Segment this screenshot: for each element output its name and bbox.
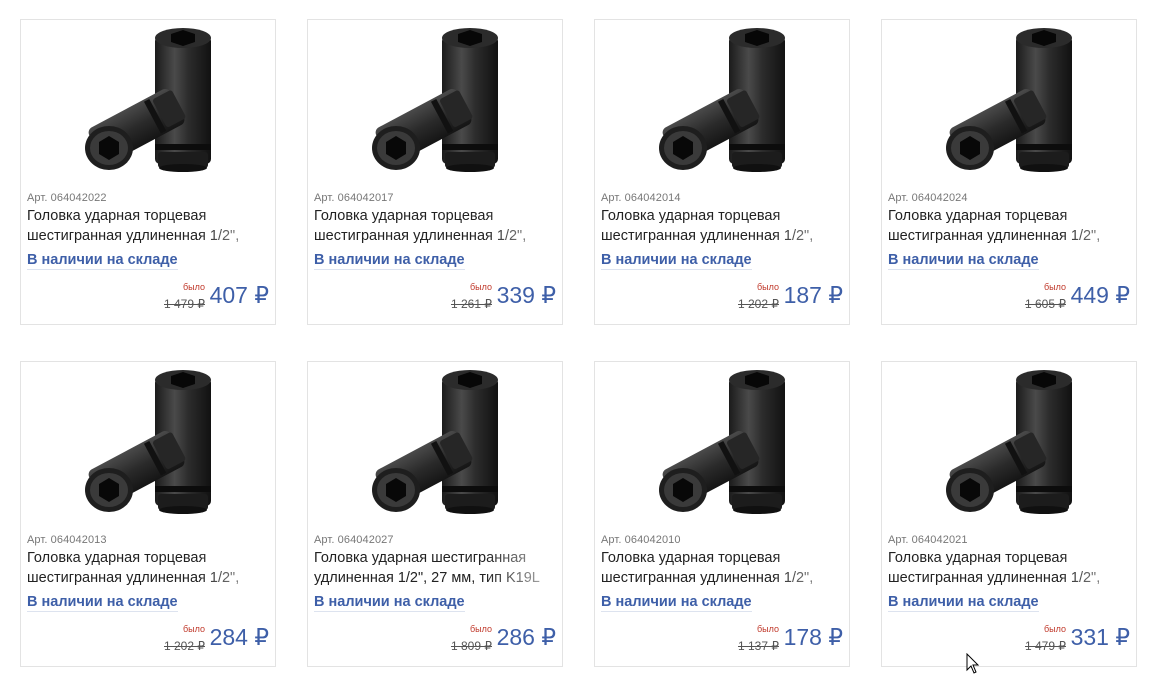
current-price: 187 ₽ <box>783 282 843 308</box>
current-price: 178 ₽ <box>783 624 843 650</box>
product-title[interactable]: Головка ударная шестигранная удлиненная … <box>314 548 558 588</box>
price-block: было 1 479 ₽ 331 ₽ <box>990 624 1130 656</box>
was-label: было <box>1044 624 1066 634</box>
product-title[interactable]: Головка ударная торцевая шестигранная уд… <box>888 548 1132 588</box>
product-title[interactable]: Головка ударная торцевая шестигранная уд… <box>314 206 558 246</box>
old-price: 1 202 ₽ <box>738 297 779 311</box>
product-title[interactable]: Головка ударная торцевая шестигранная уд… <box>27 548 271 588</box>
article-number: Арт. 064042013 <box>27 534 107 546</box>
product-title[interactable]: Головка ударная торцевая шестигранная уд… <box>601 548 845 588</box>
current-price: 449 ₽ <box>1070 282 1130 308</box>
was-label: было <box>183 624 205 634</box>
current-price: 286 ₽ <box>496 624 556 650</box>
current-price: 339 ₽ <box>496 282 556 308</box>
product-image[interactable] <box>358 26 528 194</box>
old-price: 1 479 ₽ <box>164 297 205 311</box>
product-card[interactable]: Арт. 064042014 Головка ударная торцевая … <box>594 19 850 325</box>
product-title[interactable]: Головка ударная торцевая шестигранная уд… <box>601 206 845 246</box>
product-card[interactable]: Арт. 064042024 Головка ударная торцевая … <box>881 19 1137 325</box>
current-price: 407 ₽ <box>209 282 269 308</box>
old-price: 1 261 ₽ <box>451 297 492 311</box>
was-label: было <box>757 282 779 292</box>
article-number: Арт. 064042014 <box>601 192 681 204</box>
was-label: было <box>470 282 492 292</box>
old-price: 1 605 ₽ <box>1025 297 1066 311</box>
stock-status-link[interactable]: В наличии на складе <box>314 594 465 612</box>
stock-status-link[interactable]: В наличии на складе <box>27 594 178 612</box>
product-title[interactable]: Головка ударная торцевая шестигранная уд… <box>27 206 271 246</box>
old-price: 1 809 ₽ <box>451 639 492 653</box>
stock-status-link[interactable]: В наличии на складе <box>888 594 1039 612</box>
product-image[interactable] <box>71 368 241 536</box>
current-price: 284 ₽ <box>209 624 269 650</box>
product-image[interactable] <box>932 26 1102 194</box>
price-block: было 1 202 ₽ 284 ₽ <box>129 624 269 656</box>
product-title[interactable]: Головка ударная торцевая шестигранная уд… <box>888 206 1132 246</box>
was-label: было <box>470 624 492 634</box>
was-label: было <box>183 282 205 292</box>
price-block: было 1 479 ₽ 407 ₽ <box>129 282 269 314</box>
price-block: было 1 809 ₽ 286 ₽ <box>416 624 556 656</box>
product-image[interactable] <box>645 26 815 194</box>
product-image[interactable] <box>645 368 815 536</box>
product-image[interactable] <box>358 368 528 536</box>
product-card[interactable]: Арт. 064042013 Головка ударная торцевая … <box>20 361 276 667</box>
was-label: было <box>757 624 779 634</box>
product-card[interactable]: Арт. 064042021 Головка ударная торцевая … <box>881 361 1137 667</box>
article-number: Арт. 064042022 <box>27 192 107 204</box>
article-number: Арт. 064042027 <box>314 534 394 546</box>
current-price: 331 ₽ <box>1070 624 1130 650</box>
product-image[interactable] <box>932 368 1102 536</box>
product-card[interactable]: Арт. 064042027 Головка ударная шестигран… <box>307 361 563 667</box>
stock-status-link[interactable]: В наличии на складе <box>314 252 465 270</box>
stock-status-link[interactable]: В наличии на складе <box>601 594 752 612</box>
article-number: Арт. 064042021 <box>888 534 968 546</box>
article-number: Арт. 064042017 <box>314 192 394 204</box>
stock-status-link[interactable]: В наличии на складе <box>27 252 178 270</box>
was-label: было <box>1044 282 1066 292</box>
product-image[interactable] <box>71 26 241 194</box>
mouse-cursor-icon <box>966 653 980 674</box>
article-number: Арт. 064042010 <box>601 534 681 546</box>
product-card[interactable]: Арт. 064042017 Головка ударная торцевая … <box>307 19 563 325</box>
old-price: 1 137 ₽ <box>738 639 779 653</box>
product-card[interactable]: Арт. 064042022 Головка ударная торцевая … <box>20 19 276 325</box>
old-price: 1 479 ₽ <box>1025 639 1066 653</box>
product-grid: Арт. 064042022 Головка ударная торцевая … <box>20 19 1140 669</box>
old-price: 1 202 ₽ <box>164 639 205 653</box>
stock-status-link[interactable]: В наличии на складе <box>601 252 752 270</box>
price-block: было 1 605 ₽ 449 ₽ <box>990 282 1130 314</box>
article-number: Арт. 064042024 <box>888 192 968 204</box>
price-block: было 1 202 ₽ 187 ₽ <box>703 282 843 314</box>
price-block: было 1 137 ₽ 178 ₽ <box>703 624 843 656</box>
product-card[interactable]: Арт. 064042010 Головка ударная торцевая … <box>594 361 850 667</box>
stock-status-link[interactable]: В наличии на складе <box>888 252 1039 270</box>
price-block: было 1 261 ₽ 339 ₽ <box>416 282 556 314</box>
